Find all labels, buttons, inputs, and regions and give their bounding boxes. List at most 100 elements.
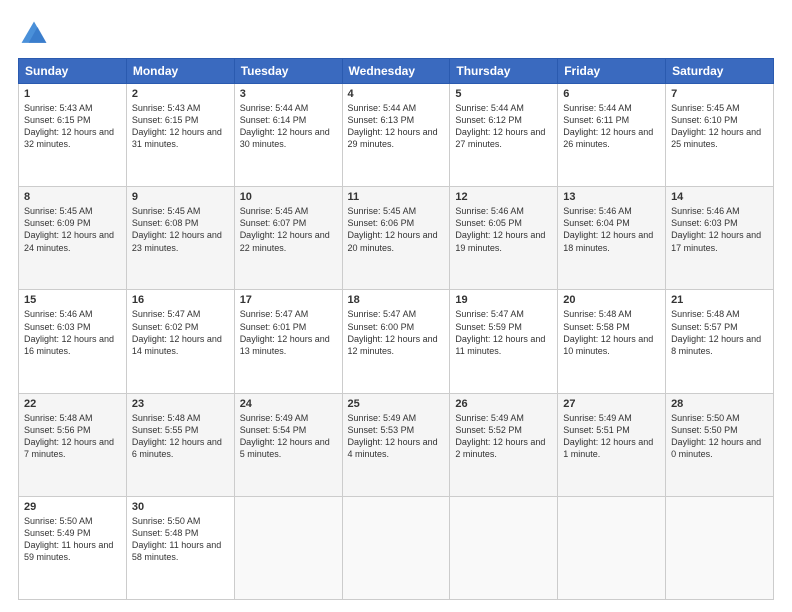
- calendar-week-row: 22 Sunrise: 5:48 AMSunset: 5:56 PMDayligh…: [19, 393, 774, 496]
- day-number: 14: [671, 191, 768, 203]
- calendar-cell: 29 Sunrise: 5:50 AMSunset: 5:49 PMDayligh…: [19, 496, 127, 599]
- calendar-week-row: 29 Sunrise: 5:50 AMSunset: 5:49 PMDayligh…: [19, 496, 774, 599]
- day-number: 9: [132, 191, 229, 203]
- day-number: 15: [24, 294, 121, 306]
- day-number: 27: [563, 398, 660, 410]
- calendar-cell: 25Sunrise: 5:49 AMSunset: 5:53 PMDayligh…: [342, 393, 450, 496]
- cell-text: Sunrise: 5:47 AMSunset: 6:00 PMDaylight:…: [348, 309, 438, 355]
- cell-text: Sunrise: 5:48 AMSunset: 5:56 PMDaylight:…: [24, 413, 114, 459]
- day-number: 13: [563, 191, 660, 203]
- day-number: 21: [671, 294, 768, 306]
- calendar-cell: 9Sunrise: 5:45 AMSunset: 6:08 PMDaylight…: [126, 187, 234, 290]
- calendar-cell: 8Sunrise: 5:45 AMSunset: 6:09 PMDaylight…: [19, 187, 127, 290]
- cell-text: Sunrise: 5:50 AMSunset: 5:48 PMDaylight:…: [132, 516, 221, 562]
- calendar-cell: 5 Sunrise: 5:44 AMSunset: 6:12 PMDaylight…: [450, 84, 558, 187]
- day-number: 26: [455, 398, 552, 410]
- column-header: Saturday: [666, 59, 774, 84]
- cell-text: Sunrise: 5:45 AMSunset: 6:10 PMDaylight:…: [671, 103, 761, 149]
- column-header: Friday: [558, 59, 666, 84]
- day-number: 30: [132, 501, 229, 513]
- cell-text: Sunrise: 5:47 AMSunset: 5:59 PMDaylight:…: [455, 309, 545, 355]
- cell-text: Sunrise: 5:46 AMSunset: 6:03 PMDaylight:…: [24, 309, 114, 355]
- calendar-cell: 7 Sunrise: 5:45 AMSunset: 6:10 PMDaylight…: [666, 84, 774, 187]
- cell-text: Sunrise: 5:46 AMSunset: 6:05 PMDaylight:…: [455, 206, 545, 252]
- day-number: 8: [24, 191, 121, 203]
- calendar-cell: 1 Sunrise: 5:43 AMSunset: 6:15 PMDaylight…: [19, 84, 127, 187]
- logo-icon: [18, 18, 50, 50]
- day-number: 1: [24, 88, 121, 100]
- day-number: 17: [240, 294, 337, 306]
- logo: [18, 18, 54, 50]
- calendar-cell: 28 Sunrise: 5:50 AMSunset: 5:50 PMDayligh…: [666, 393, 774, 496]
- calendar-cell: 17 Sunrise: 5:47 AMSunset: 6:01 PMDayligh…: [234, 290, 342, 393]
- cell-text: Sunrise: 5:45 AMSunset: 6:07 PMDaylight:…: [240, 206, 330, 252]
- cell-text: Sunrise: 5:50 AMSunset: 5:49 PMDaylight:…: [24, 516, 113, 562]
- calendar-cell: 19Sunrise: 5:47 AMSunset: 5:59 PMDayligh…: [450, 290, 558, 393]
- calendar-cell: 15 Sunrise: 5:46 AMSunset: 6:03 PMDayligh…: [19, 290, 127, 393]
- calendar-cell: [666, 496, 774, 599]
- cell-text: Sunrise: 5:49 AMSunset: 5:53 PMDaylight:…: [348, 413, 438, 459]
- cell-text: Sunrise: 5:48 AMSunset: 5:57 PMDaylight:…: [671, 309, 761, 355]
- calendar-week-row: 15 Sunrise: 5:46 AMSunset: 6:03 PMDayligh…: [19, 290, 774, 393]
- day-number: 7: [671, 88, 768, 100]
- column-header: Thursday: [450, 59, 558, 84]
- day-number: 10: [240, 191, 337, 203]
- calendar-cell: 10 Sunrise: 5:45 AMSunset: 6:07 PMDayligh…: [234, 187, 342, 290]
- cell-text: Sunrise: 5:43 AMSunset: 6:15 PMDaylight:…: [24, 103, 114, 149]
- cell-text: Sunrise: 5:49 AMSunset: 5:52 PMDaylight:…: [455, 413, 545, 459]
- calendar-cell: 24Sunrise: 5:49 AMSunset: 5:54 PMDayligh…: [234, 393, 342, 496]
- cell-text: Sunrise: 5:48 AMSunset: 5:58 PMDaylight:…: [563, 309, 653, 355]
- calendar-cell: 22 Sunrise: 5:48 AMSunset: 5:56 PMDayligh…: [19, 393, 127, 496]
- calendar-cell: 14 Sunrise: 5:46 AMSunset: 6:03 PMDayligh…: [666, 187, 774, 290]
- cell-text: Sunrise: 5:49 AMSunset: 5:54 PMDaylight:…: [240, 413, 330, 459]
- column-header: Sunday: [19, 59, 127, 84]
- calendar-cell: [342, 496, 450, 599]
- calendar-body: 1 Sunrise: 5:43 AMSunset: 6:15 PMDaylight…: [19, 84, 774, 600]
- calendar-table: SundayMondayTuesdayWednesdayThursdayFrid…: [18, 58, 774, 600]
- cell-text: Sunrise: 5:50 AMSunset: 5:50 PMDaylight:…: [671, 413, 761, 459]
- cell-text: Sunrise: 5:44 AMSunset: 6:14 PMDaylight:…: [240, 103, 330, 149]
- calendar-week-row: 8Sunrise: 5:45 AMSunset: 6:09 PMDaylight…: [19, 187, 774, 290]
- day-number: 5: [455, 88, 552, 100]
- calendar-cell: 20 Sunrise: 5:48 AMSunset: 5:58 PMDayligh…: [558, 290, 666, 393]
- calendar-cell: 13 Sunrise: 5:46 AMSunset: 6:04 PMDayligh…: [558, 187, 666, 290]
- day-number: 20: [563, 294, 660, 306]
- calendar-cell: 21 Sunrise: 5:48 AMSunset: 5:57 PMDayligh…: [666, 290, 774, 393]
- calendar-cell: 12 Sunrise: 5:46 AMSunset: 6:05 PMDayligh…: [450, 187, 558, 290]
- calendar-cell: 16Sunrise: 5:47 AMSunset: 6:02 PMDayligh…: [126, 290, 234, 393]
- cell-text: Sunrise: 5:44 AMSunset: 6:12 PMDaylight:…: [455, 103, 545, 149]
- header: [18, 18, 774, 50]
- column-header: Wednesday: [342, 59, 450, 84]
- day-number: 6: [563, 88, 660, 100]
- cell-text: Sunrise: 5:47 AMSunset: 6:01 PMDaylight:…: [240, 309, 330, 355]
- column-header: Monday: [126, 59, 234, 84]
- day-number: 22: [24, 398, 121, 410]
- day-number: 11: [348, 191, 445, 203]
- calendar-cell: [558, 496, 666, 599]
- day-number: 29: [24, 501, 121, 513]
- day-number: 4: [348, 88, 445, 100]
- calendar-cell: 11Sunrise: 5:45 AMSunset: 6:06 PMDayligh…: [342, 187, 450, 290]
- calendar-cell: 27 Sunrise: 5:49 AMSunset: 5:51 PMDayligh…: [558, 393, 666, 496]
- cell-text: Sunrise: 5:47 AMSunset: 6:02 PMDaylight:…: [132, 309, 222, 355]
- day-number: 12: [455, 191, 552, 203]
- calendar-cell: 23Sunrise: 5:48 AMSunset: 5:55 PMDayligh…: [126, 393, 234, 496]
- calendar-cell: 26 Sunrise: 5:49 AMSunset: 5:52 PMDayligh…: [450, 393, 558, 496]
- cell-text: Sunrise: 5:43 AMSunset: 6:15 PMDaylight:…: [132, 103, 222, 149]
- cell-text: Sunrise: 5:49 AMSunset: 5:51 PMDaylight:…: [563, 413, 653, 459]
- calendar-cell: [450, 496, 558, 599]
- calendar-cell: 30 Sunrise: 5:50 AMSunset: 5:48 PMDayligh…: [126, 496, 234, 599]
- cell-text: Sunrise: 5:46 AMSunset: 6:04 PMDaylight:…: [563, 206, 653, 252]
- calendar-cell: [234, 496, 342, 599]
- day-number: 23: [132, 398, 229, 410]
- calendar-cell: 18Sunrise: 5:47 AMSunset: 6:00 PMDayligh…: [342, 290, 450, 393]
- calendar-cell: 6 Sunrise: 5:44 AMSunset: 6:11 PMDaylight…: [558, 84, 666, 187]
- day-number: 3: [240, 88, 337, 100]
- cell-text: Sunrise: 5:44 AMSunset: 6:11 PMDaylight:…: [563, 103, 653, 149]
- cell-text: Sunrise: 5:46 AMSunset: 6:03 PMDaylight:…: [671, 206, 761, 252]
- calendar-cell: 3 Sunrise: 5:44 AMSunset: 6:14 PMDaylight…: [234, 84, 342, 187]
- calendar-week-row: 1 Sunrise: 5:43 AMSunset: 6:15 PMDaylight…: [19, 84, 774, 187]
- day-number: 2: [132, 88, 229, 100]
- day-number: 28: [671, 398, 768, 410]
- calendar-cell: 2 Sunrise: 5:43 AMSunset: 6:15 PMDaylight…: [126, 84, 234, 187]
